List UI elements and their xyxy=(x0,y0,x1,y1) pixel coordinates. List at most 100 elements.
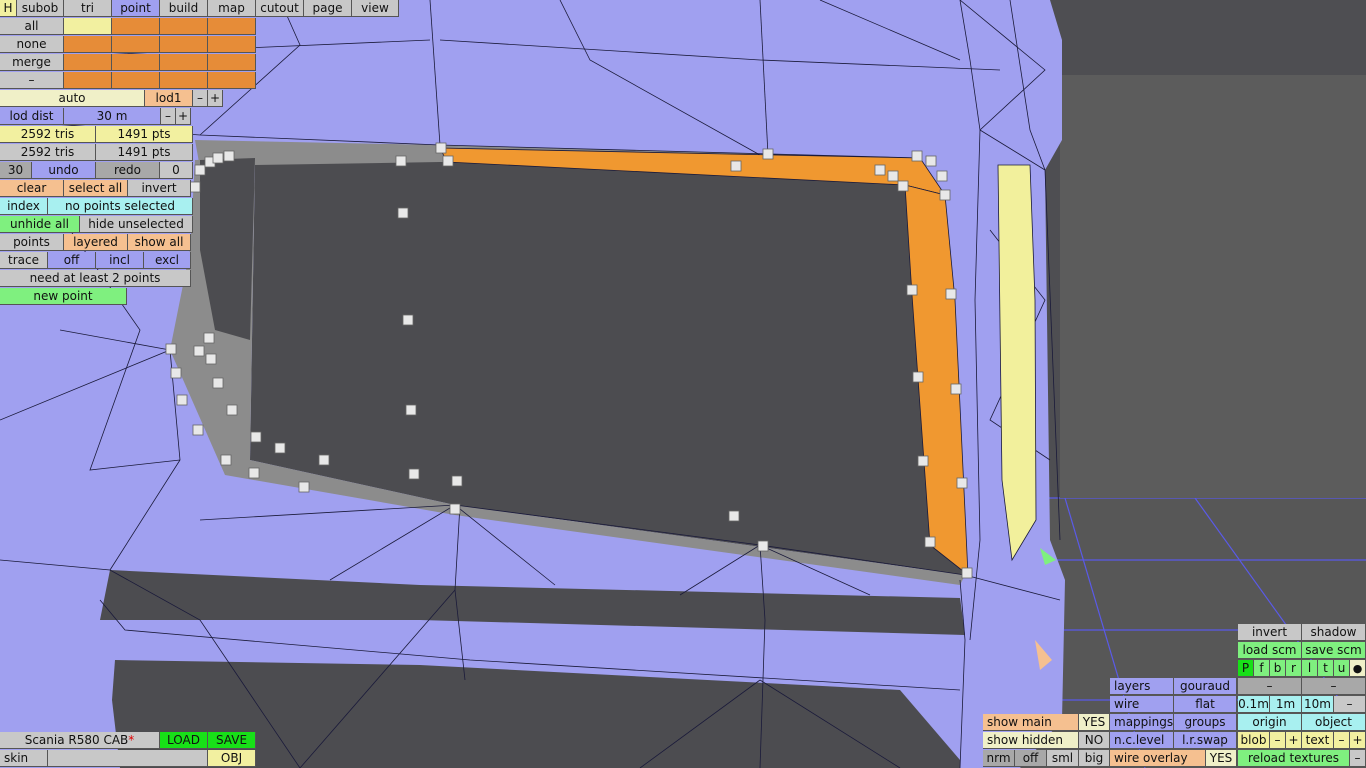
scale-minus-right[interactable]: – xyxy=(1302,678,1366,695)
select-all-points-button[interactable]: select all xyxy=(64,180,128,197)
swatch-cell[interactable] xyxy=(208,54,256,71)
lod-plus-button[interactable]: + xyxy=(208,90,223,107)
dash-button[interactable]: – xyxy=(0,72,64,89)
lod-dist-plus-button[interactable]: + xyxy=(176,108,191,125)
size-off-button[interactable]: off xyxy=(1015,750,1047,767)
select-none-button[interactable]: none xyxy=(0,36,64,53)
mappings-button[interactable]: mappings xyxy=(1110,714,1174,731)
wire-button[interactable]: wire xyxy=(1110,696,1174,713)
show-all-button[interactable]: show all xyxy=(128,234,191,251)
scale-01m-button[interactable]: 0.1m xyxy=(1238,696,1270,713)
swatch-cell[interactable] xyxy=(160,54,208,71)
swatch-cell[interactable] xyxy=(112,54,160,71)
lr-swap-button[interactable]: l.r.swap xyxy=(1174,732,1237,749)
text-minus-button[interactable]: – xyxy=(1334,732,1350,749)
scale-1m-button[interactable]: 1m xyxy=(1270,696,1302,713)
undo-button[interactable]: undo xyxy=(32,162,96,179)
swatch-cell[interactable] xyxy=(160,72,208,89)
tab-point[interactable]: point xyxy=(112,0,160,17)
channel-u-toggle[interactable]: u xyxy=(1334,660,1350,677)
size-nrm-button[interactable]: nrm xyxy=(983,750,1015,767)
swatch-cell[interactable] xyxy=(160,18,208,35)
lod-dist-minus-button[interactable]: – xyxy=(161,108,176,125)
size-sml-button[interactable]: sml xyxy=(1047,750,1079,767)
reload-minus-button[interactable]: – xyxy=(1350,750,1366,767)
lod-auto-button[interactable]: auto xyxy=(0,90,145,107)
shadow-button[interactable]: shadow xyxy=(1302,624,1366,641)
tab-tri[interactable]: tri xyxy=(64,0,112,17)
blob-minus-button[interactable]: – xyxy=(1270,732,1286,749)
tab-map[interactable]: map xyxy=(208,0,256,17)
tab-view[interactable]: view xyxy=(352,0,399,17)
lod-level-button[interactable]: lod1 xyxy=(145,90,193,107)
redo-button[interactable]: redo xyxy=(96,162,160,179)
swatch-cell[interactable] xyxy=(208,18,256,35)
swatch-cell[interactable] xyxy=(112,72,160,89)
dot-icon[interactable]: ● xyxy=(1350,660,1366,677)
channel-f-toggle[interactable]: f xyxy=(1254,660,1270,677)
show-hidden-toggle[interactable]: NO xyxy=(1079,732,1110,749)
swatch-cell[interactable] xyxy=(112,18,160,35)
tab-h[interactable]: H xyxy=(0,0,17,17)
select-all-button[interactable]: all xyxy=(0,18,64,35)
swatch-cell[interactable] xyxy=(160,36,208,53)
trace-excl-button[interactable]: excl xyxy=(144,252,191,269)
swatch-cell[interactable] xyxy=(64,72,112,89)
save-scm-button[interactable]: save scm xyxy=(1302,642,1366,659)
channel-p-toggle[interactable]: P xyxy=(1238,660,1254,677)
blob-plus-button[interactable]: + xyxy=(1286,732,1302,749)
load-button[interactable]: LOAD xyxy=(160,732,208,749)
groups-button[interactable]: groups xyxy=(1174,714,1237,731)
save-button[interactable]: SAVE xyxy=(208,732,256,749)
origin-button[interactable]: origin xyxy=(1238,714,1302,731)
obj-button[interactable]: OBJ xyxy=(208,750,256,767)
channel-r-toggle[interactable]: r xyxy=(1286,660,1302,677)
wire-overlay-toggle[interactable]: YES xyxy=(1206,750,1237,767)
reload-textures-button[interactable]: reload textures xyxy=(1238,750,1350,767)
channel-l-toggle[interactable]: l xyxy=(1302,660,1318,677)
load-scm-button[interactable]: load scm xyxy=(1238,642,1302,659)
hide-unselected-button[interactable]: hide unselected xyxy=(80,216,193,233)
trace-incl-button[interactable]: incl xyxy=(96,252,144,269)
tab-subob[interactable]: subob xyxy=(17,0,64,17)
new-point-button[interactable]: new point xyxy=(0,288,127,305)
layered-button[interactable]: layered xyxy=(64,234,128,251)
layers-button[interactable]: layers xyxy=(1110,678,1174,695)
swatch-cell[interactable] xyxy=(64,54,112,71)
text-button[interactable]: text xyxy=(1302,732,1334,749)
scale-dash-button[interactable]: – xyxy=(1334,696,1366,713)
skin-field[interactable] xyxy=(48,750,208,767)
channel-b-toggle[interactable]: b xyxy=(1270,660,1286,677)
unhide-all-button[interactable]: unhide all xyxy=(0,216,80,233)
swatch-cell[interactable] xyxy=(64,18,112,35)
model-name[interactable]: Scania R580 CAB* xyxy=(0,732,160,749)
show-main-toggle[interactable]: YES xyxy=(1079,714,1110,731)
blob-button[interactable]: blob xyxy=(1238,732,1270,749)
tab-page[interactable]: page xyxy=(304,0,352,17)
swatch-cell[interactable] xyxy=(112,36,160,53)
object-button[interactable]: object xyxy=(1302,714,1366,731)
invert-button[interactable]: invert xyxy=(1238,624,1302,641)
tab-cutout[interactable]: cutout xyxy=(256,0,304,17)
merge-button[interactable]: merge xyxy=(0,54,64,71)
text-plus-button[interactable]: + xyxy=(1350,732,1366,749)
tab-build[interactable]: build xyxy=(160,0,208,17)
swatch-cell[interactable] xyxy=(64,36,112,53)
lod-minus-button[interactable]: – xyxy=(193,90,208,107)
gouraud-button[interactable]: gouraud xyxy=(1174,678,1237,695)
size-big-button[interactable]: big xyxy=(1079,750,1110,767)
clear-button[interactable]: clear xyxy=(0,180,64,197)
swatch-cell[interactable] xyxy=(208,72,256,89)
trace-off-button[interactable]: off xyxy=(48,252,96,269)
swatch-cell[interactable] xyxy=(208,36,256,53)
invert-selection-button[interactable]: invert xyxy=(128,180,191,197)
index-button[interactable]: index xyxy=(0,198,48,215)
nc-level-button[interactable]: n.c.level xyxy=(1110,732,1174,749)
viewport-3d[interactable] xyxy=(0,0,1366,768)
lod-dist-value[interactable]: 30 m xyxy=(64,108,161,125)
flat-button[interactable]: flat xyxy=(1174,696,1237,713)
scale-minus-left[interactable]: – xyxy=(1238,678,1302,695)
points-button[interactable]: points xyxy=(0,234,64,251)
scale-10m-button[interactable]: 10m xyxy=(1302,696,1334,713)
channel-t-toggle[interactable]: t xyxy=(1318,660,1334,677)
